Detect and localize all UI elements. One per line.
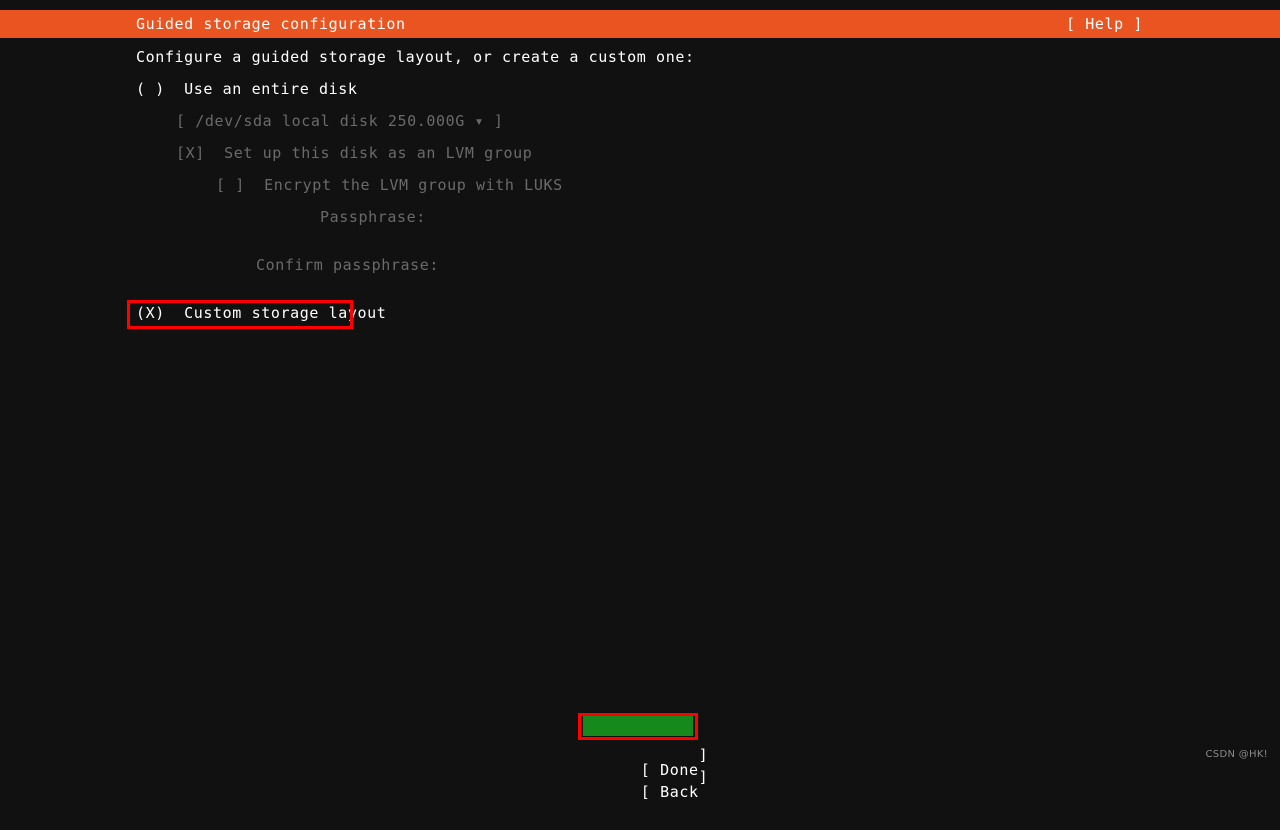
radio-custom-storage-layout[interactable]: (X) Custom storage layout [136,306,386,321]
back-button[interactable]: [ Back ] [583,738,708,800]
back-close-bracket: ] [698,768,709,786]
back-button-label: Back [650,783,699,801]
confirm-passphrase-label: Confirm passphrase: [256,256,439,274]
checkbox-setup-lvm-group[interactable]: [X] Set up this disk as an LVM group [176,146,532,161]
intro-text: Configure a guided storage layout, or cr… [136,48,695,66]
help-button[interactable]: [ Help ] [1066,17,1143,32]
page-title: Guided storage configuration [136,15,406,33]
passphrase-label: Passphrase: [320,208,426,226]
done-button[interactable]: [ Done ] [583,716,708,778]
watermark: CSDN @HK! [1205,749,1268,760]
disk-selector-dropdown[interactable]: [ /dev/sda local disk 250.000G ▾ ] [176,114,503,129]
radio-use-entire-disk[interactable]: ( ) Use an entire disk [136,82,358,97]
checkbox-encrypt-luks[interactable]: [ ] Encrypt the LVM group with LUKS [216,178,563,193]
back-open-bracket: [ [640,783,651,801]
